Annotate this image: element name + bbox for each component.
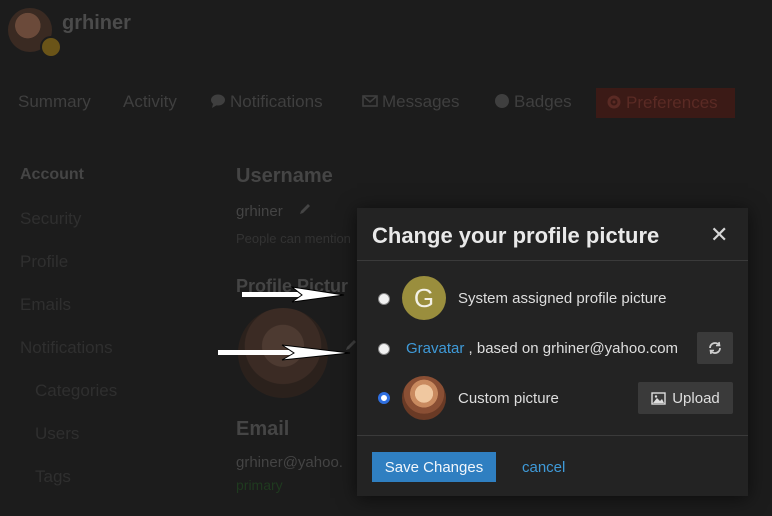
- sidebar-item-notifications[interactable]: Notifications: [20, 338, 113, 358]
- tab-preferences[interactable]: Preferences: [596, 88, 735, 118]
- profile-username-title: grhiner: [62, 12, 131, 34]
- upload-label: Upload: [672, 389, 720, 407]
- cancel-link[interactable]: cancel: [522, 459, 565, 476]
- sidebar-item-tags[interactable]: Tags: [35, 467, 71, 487]
- divider: [357, 260, 748, 261]
- username-hint: People can mention: [236, 231, 351, 246]
- username-value: grhiner: [236, 203, 283, 220]
- sidebar-item-categories[interactable]: Categories: [35, 381, 117, 401]
- custom-picture-label: Custom picture: [458, 390, 559, 407]
- sidebar-item-security[interactable]: Security: [20, 209, 81, 229]
- gear-icon: [607, 95, 621, 109]
- tab-preferences-label: Preferences: [626, 93, 718, 112]
- radio-gravatar[interactable]: [378, 343, 390, 355]
- email-heading: Email: [236, 418, 290, 440]
- image-icon: [651, 391, 666, 405]
- pencil-icon[interactable]: [298, 202, 312, 216]
- upload-button[interactable]: Upload: [638, 382, 733, 414]
- envelope-icon: [362, 95, 378, 107]
- refresh-icon: [709, 341, 721, 355]
- gravatar-email-text: , based on grhiner@yahoo.com: [464, 340, 679, 357]
- radio-custom-picture[interactable]: [378, 392, 390, 404]
- gravatar-option-label: Gravatar , based on grhiner@yahoo.com: [406, 340, 678, 357]
- close-icon[interactable]: ✕: [710, 222, 728, 248]
- radio-system-avatar[interactable]: [378, 293, 390, 305]
- sidebar-item-account[interactable]: Account: [20, 166, 84, 184]
- avatar-badge: [40, 36, 62, 58]
- save-changes-button[interactable]: Save Changes: [372, 452, 496, 482]
- profile-picture-modal: Change your profile picture ✕ G System a…: [357, 208, 748, 496]
- username-heading: Username: [236, 165, 333, 187]
- badge-icon: [495, 94, 509, 108]
- tab-summary[interactable]: Summary: [18, 92, 91, 112]
- divider: [357, 435, 748, 436]
- refresh-gravatar-button[interactable]: [697, 332, 733, 364]
- tab-messages-label: Messages: [382, 92, 460, 111]
- tab-messages[interactable]: Messages: [362, 92, 459, 112]
- email-status: primary: [236, 477, 283, 493]
- gravatar-link[interactable]: Gravatar: [406, 340, 464, 357]
- sidebar-item-emails[interactable]: Emails: [20, 295, 71, 315]
- annotation-arrow: [218, 344, 351, 361]
- tab-activity[interactable]: Activity: [123, 92, 177, 112]
- speech-bubble-icon: [211, 94, 225, 108]
- tab-notifications[interactable]: Notifications: [210, 92, 323, 112]
- system-avatar: G: [402, 276, 446, 320]
- sidebar-item-profile[interactable]: Profile: [20, 252, 68, 272]
- custom-picture-avatar: [402, 376, 446, 420]
- email-value: grhiner@yahoo.: [236, 454, 343, 471]
- modal-title: Change your profile picture: [372, 223, 660, 248]
- tab-notifications-label: Notifications: [230, 92, 323, 111]
- system-avatar-label: System assigned profile picture: [458, 290, 667, 307]
- tab-badges-label: Badges: [514, 92, 572, 111]
- tab-badges[interactable]: Badges: [494, 92, 572, 112]
- annotation-arrow: [242, 286, 345, 303]
- sidebar-item-users[interactable]: Users: [35, 424, 79, 444]
